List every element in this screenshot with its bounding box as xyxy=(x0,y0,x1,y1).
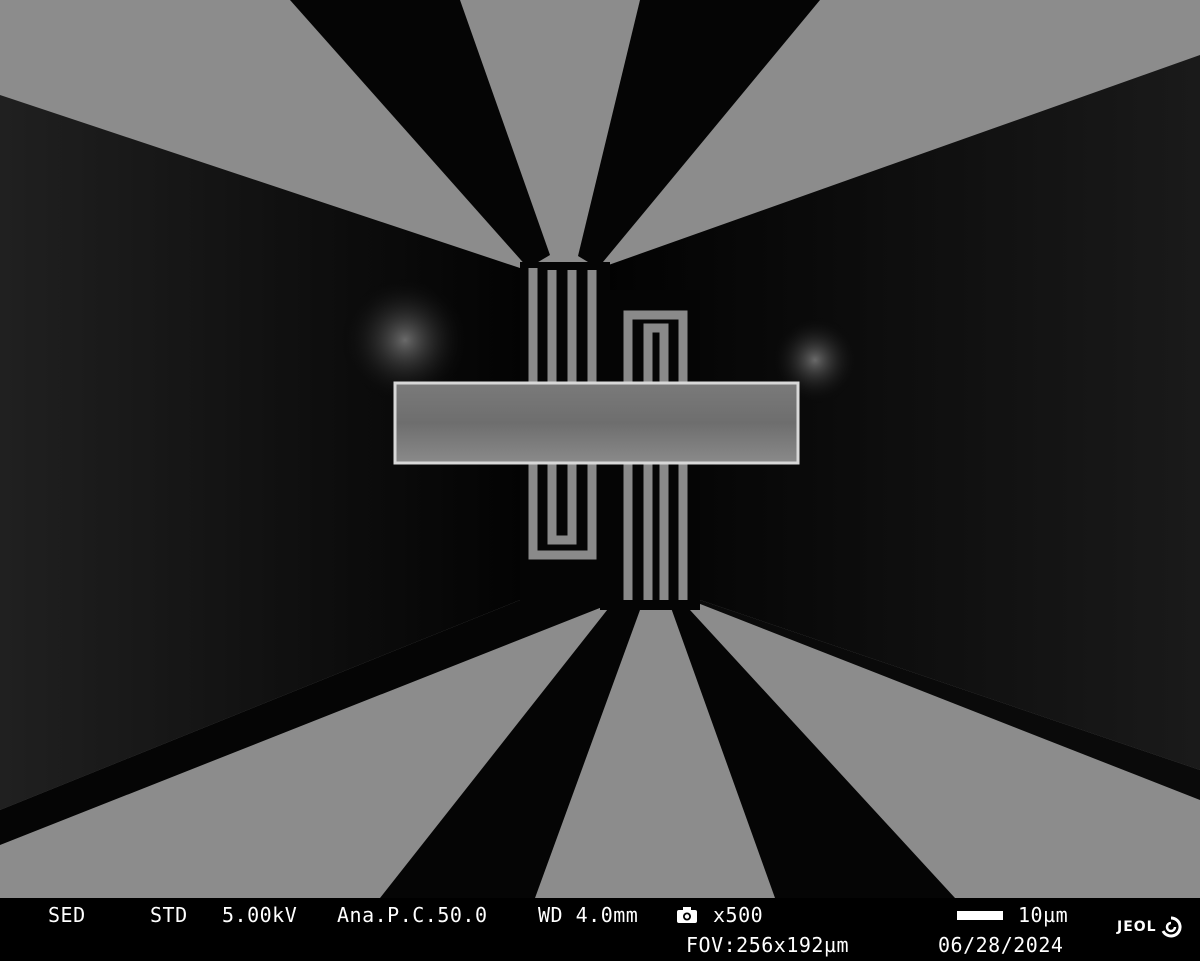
setting-label: Ana.P.C.50.0 xyxy=(337,903,488,927)
detector-label: SED xyxy=(48,903,86,927)
scale-bar xyxy=(957,911,1003,920)
working-distance-label: WD 4.0mm xyxy=(538,903,639,927)
jeol-logo-icon xyxy=(1161,916,1182,938)
camera-icon xyxy=(677,907,697,923)
magnification-label: x500 xyxy=(713,903,764,927)
scale-label: 10µm xyxy=(1018,903,1069,927)
fov-label: FOV:256x192µm xyxy=(686,933,850,957)
sample-flake xyxy=(393,381,800,465)
voltage-label: 5.00kV xyxy=(222,903,298,927)
jeol-logo-text: JEOL xyxy=(1117,919,1157,935)
sem-micrograph xyxy=(0,0,1200,898)
mode-label: STD xyxy=(150,903,188,927)
date-label: 06/28/2024 xyxy=(938,933,1064,957)
